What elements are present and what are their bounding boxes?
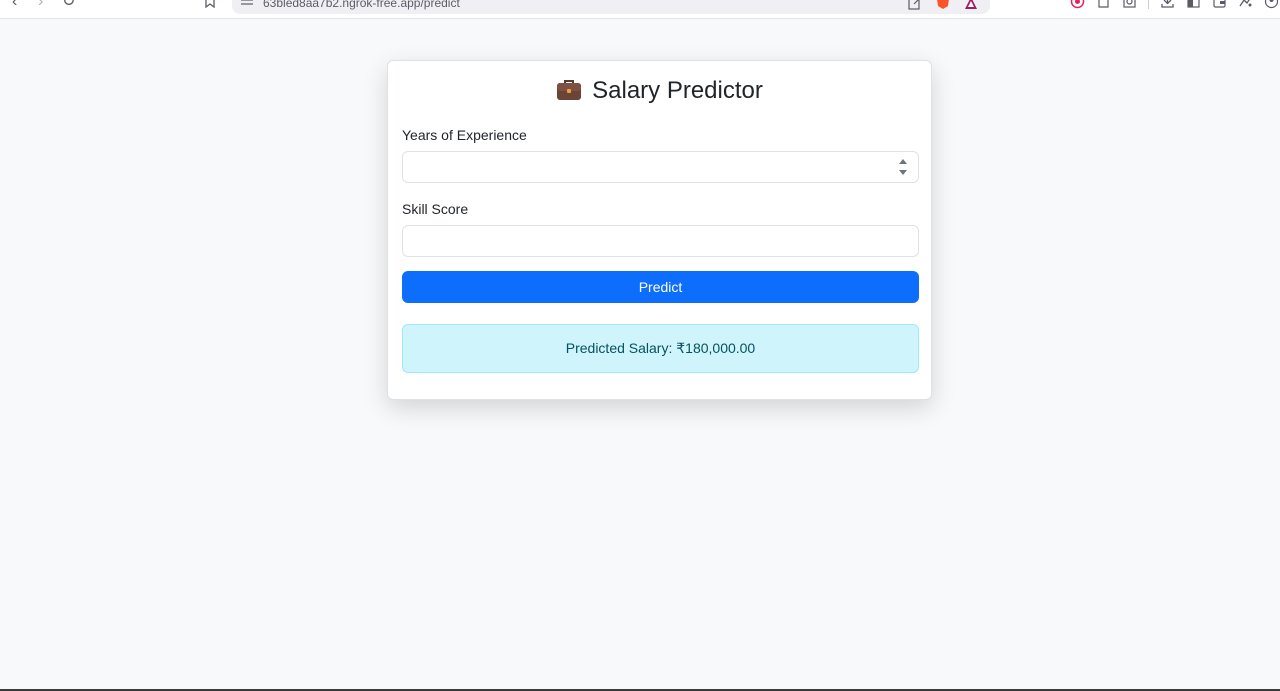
toolbar-separator [1148,0,1149,9]
skill-label: Skill Score [402,201,469,217]
url-text: 63bled8aa7b2.ngrok-free.app/predict [263,0,460,10]
site-info-icon[interactable] [241,0,253,6]
leo-ai-icon[interactable] [1238,0,1253,9]
shield-icon[interactable] [936,0,950,10]
back-icon[interactable]: ‹ [12,0,17,10]
sidebar-icon[interactable] [1186,0,1201,9]
browser-toolbar: ‹ › ↻ 63bled8aa7b2.ngrok-free.app/predic… [0,0,1280,19]
predict-button[interactable]: Predict [402,271,919,303]
wallet-icon[interactable] [1212,0,1227,9]
number-spinner-icon[interactable] [898,157,908,177]
edit-page-icon[interactable] [908,0,922,10]
experience-input[interactable] [402,151,919,183]
bookmark-icon[interactable] [204,0,216,8]
salary-predictor-card: Salary Predictor Years of Experience Ski… [387,60,932,400]
address-bar[interactable]: 63bled8aa7b2.ngrok-free.app/predict [232,0,990,14]
forward-icon[interactable]: › [38,0,43,10]
profile-icon[interactable] [1264,0,1279,9]
page-title: Salary Predictor [388,75,931,107]
media-icon[interactable] [1070,0,1085,9]
downloads-icon[interactable] [1160,0,1175,9]
screenshot-icon[interactable] [1122,0,1137,9]
rewards-icon[interactable] [964,0,978,10]
briefcase-icon [557,80,582,100]
result-alert: Predicted Salary: ₹180,000.00 [402,324,919,373]
skill-input[interactable] [402,225,919,257]
reload-icon[interactable]: ↻ [62,0,75,10]
title-text: Salary Predictor [592,77,763,104]
extensions-icon[interactable] [1096,0,1111,9]
experience-label: Years of Experience [402,127,527,143]
